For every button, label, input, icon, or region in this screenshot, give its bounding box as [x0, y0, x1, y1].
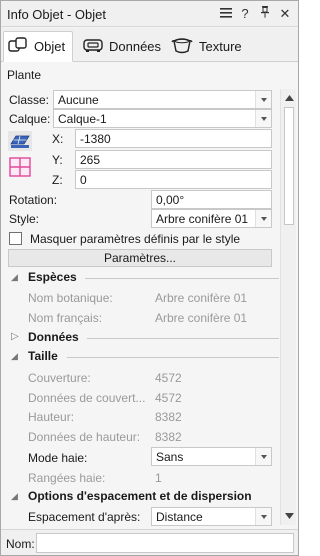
donnees-hauteur-label: Données de hauteur: [28, 430, 141, 444]
z-field[interactable]: 0 [75, 170, 272, 189]
tab-bar: Objet Données Texture [1, 28, 298, 62]
object-icon [8, 37, 28, 56]
mode-haie-select[interactable]: Sans [151, 447, 272, 466]
tab-texture[interactable]: Texture [167, 31, 245, 62]
object-info-palette: Info Objet - Objet ? ✕ Objet Données Tex… [0, 0, 299, 556]
close-button[interactable]: ✕ [277, 5, 293, 23]
chevron-down-icon [255, 210, 271, 227]
collapse-triangle-icon: ◢ [11, 272, 18, 282]
chevron-down-icon [255, 508, 271, 525]
mode-haie-label: Mode haie: [28, 451, 88, 465]
donnees-hauteur-value: 8382 [155, 430, 182, 444]
chevron-down-icon [255, 91, 271, 108]
mask-params-label: Masquer paramètres définis par le style [30, 232, 241, 246]
scroll-down-icon[interactable] [283, 510, 295, 522]
chevron-down-icon [255, 448, 271, 465]
espacement-value: Distance [156, 510, 203, 524]
texture-icon [171, 36, 193, 57]
chevron-down-icon [255, 110, 271, 127]
style-select[interactable]: Arbre conifère 01 [151, 209, 272, 228]
classe-label: Classe: [9, 93, 50, 107]
x-field[interactable]: -1380 [75, 129, 272, 148]
espacement-label: Espacement d'après: [28, 510, 141, 524]
nom-botanique-value: Arbre conifère 01 [155, 291, 248, 305]
hamburger-icon[interactable] [218, 5, 234, 23]
y-label: Y: [52, 153, 63, 167]
mode-haie-value: Sans [156, 450, 184, 464]
classe-value: Aucune [58, 93, 99, 107]
grid-anchor-icon[interactable] [9, 157, 31, 180]
object-type-label: Plante [7, 68, 42, 82]
group-title: Options d'espacement et de dispersion [28, 489, 252, 503]
group-taille[interactable]: ◢ Taille [1, 348, 279, 366]
tab-objet[interactable]: Objet [3, 31, 73, 62]
calque-select[interactable]: Calque-1 [53, 109, 272, 128]
style-label: Style: [9, 212, 40, 226]
rangees-haie-label: Rangées haie: [28, 471, 106, 485]
rangees-haie-value: 1 [155, 471, 162, 485]
couverture-label: Couverture: [28, 371, 91, 385]
group-title: Taille [28, 349, 58, 363]
group-title: Espèces [28, 270, 77, 284]
vertical-scrollbar[interactable] [280, 89, 296, 525]
rotation-field[interactable]: 0,00° [151, 190, 272, 209]
group-divider [85, 278, 279, 279]
group-donnees[interactable]: ▷ Données [1, 329, 279, 347]
window-title: Info Objet - Objet [7, 7, 106, 22]
donnees-couverture-label: Données de couvert... [28, 391, 146, 405]
collapse-triangle-icon: ◢ [11, 491, 18, 501]
name-field[interactable] [36, 533, 294, 553]
hauteur-label: Hauteur: [28, 410, 75, 424]
collapse-triangle-icon: ◢ [11, 351, 18, 361]
expand-triangle-icon: ▷ [11, 331, 19, 342]
calque-label: Calque: [9, 112, 51, 126]
z-label: Z: [52, 173, 63, 187]
donnees-couverture-value: 4572 [155, 391, 182, 405]
name-bar: Nom: [1, 529, 298, 555]
group-title: Données [28, 330, 79, 344]
group-divider [67, 357, 279, 358]
scrollbar-thumb[interactable] [284, 107, 294, 225]
position-plane-icon[interactable] [8, 131, 32, 154]
couverture-value: 4572 [155, 371, 182, 385]
y-field[interactable]: 265 [75, 150, 272, 169]
style-value: Arbre conifère 01 [156, 212, 249, 226]
group-especes[interactable]: ◢ Espèces [1, 269, 279, 287]
group-options[interactable]: ◢ Options d'espacement et de dispersion [1, 488, 279, 506]
parameters-button[interactable]: Paramètres... [8, 249, 272, 267]
x-label: X: [52, 132, 64, 146]
nom-francais-label: Nom français: [28, 311, 103, 325]
nom-botanique-label: Nom botanique: [28, 291, 113, 305]
classe-select[interactable]: Aucune [53, 90, 272, 109]
name-label: Nom: [6, 537, 35, 551]
tab-label: Texture [199, 39, 242, 54]
calque-value: Calque-1 [58, 112, 107, 126]
nom-francais-value: Arbre conifère 01 [155, 311, 248, 325]
help-button[interactable]: ? [237, 5, 253, 23]
data-icon [83, 37, 103, 56]
tab-label: Objet [34, 39, 66, 54]
espacement-select[interactable]: Distance [151, 507, 272, 526]
group-divider [87, 338, 279, 339]
tab-label: Données [109, 39, 162, 54]
scroll-up-icon[interactable] [283, 92, 295, 104]
tab-donnees[interactable]: Données [79, 31, 165, 62]
pin-icon[interactable] [257, 5, 273, 23]
mask-params-checkbox[interactable] [9, 232, 22, 245]
title-bar: Info Objet - Objet ? ✕ [1, 1, 298, 27]
hauteur-value: 8382 [155, 410, 182, 424]
rotation-label: Rotation: [9, 193, 58, 207]
